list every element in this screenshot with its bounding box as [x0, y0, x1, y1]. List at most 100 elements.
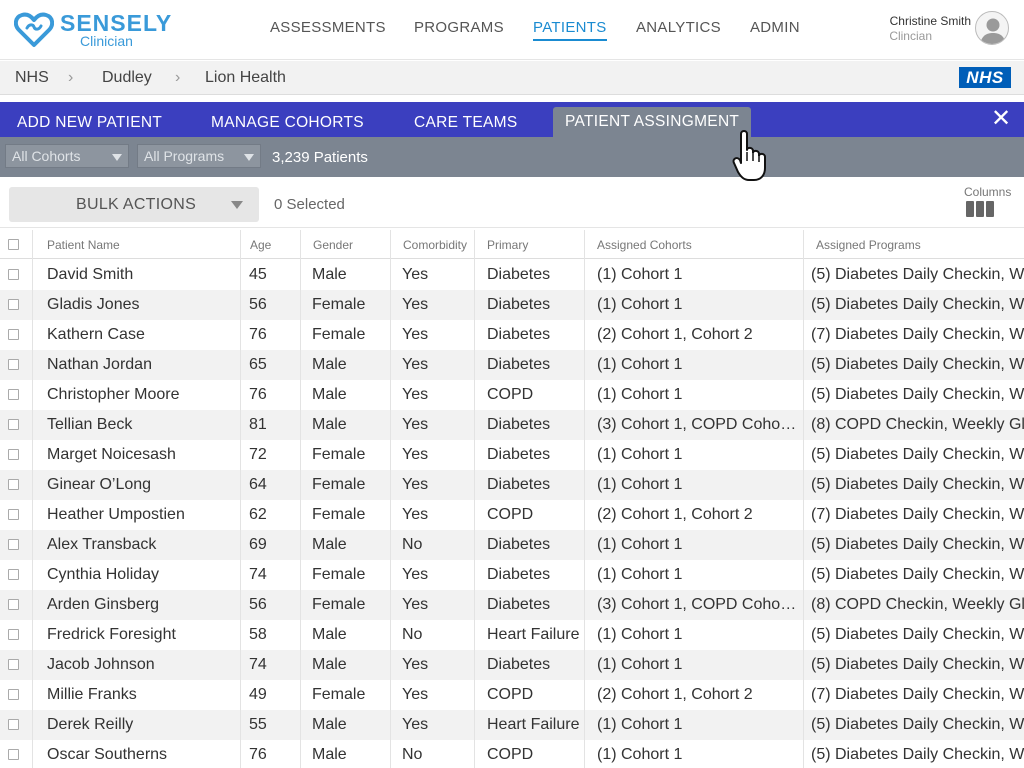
table-row[interactable]: Alex Transback 69 Male No Diabetes (1) Cohort…: [0, 530, 1024, 560]
cell-assigned-cohorts: (2) Cohort 1, Cohort 2: [597, 686, 753, 703]
cell-primary: COPD: [487, 746, 534, 763]
col-header-comorbidity[interactable]: Comorbidity: [403, 230, 467, 259]
column-divider: [240, 230, 241, 768]
close-icon[interactable]: ✕: [988, 106, 1014, 132]
user-name[interactable]: Christine Smith: [890, 14, 971, 28]
cell-comorbidity: No: [402, 536, 423, 553]
cell-age: 76: [249, 386, 267, 403]
row-checkbox[interactable]: [8, 749, 19, 760]
table-row[interactable]: Arden Ginsberg 56 Female Yes Diabetes (3) Coh…: [0, 590, 1024, 620]
patient-tabbar: ADD NEW PATIENT MANAGE COHORTS CARE TEAM…: [0, 102, 1024, 137]
row-checkbox[interactable]: [8, 719, 19, 730]
row-checkbox[interactable]: [8, 359, 19, 370]
breadcrumb-lion-health[interactable]: Lion Health: [205, 69, 286, 87]
cell-age: 49: [249, 686, 267, 703]
tab-add-new-patient[interactable]: ADD NEW PATIENT: [17, 114, 162, 132]
table-row[interactable]: Nathan Jordan 65 Male Yes Diabetes (1) Cohort…: [0, 350, 1024, 380]
table-row[interactable]: Ginear O’Long 64 Female Yes Diabetes (1) Coho…: [0, 470, 1024, 500]
cell-comorbidity: Yes: [402, 266, 429, 283]
col-header-primary[interactable]: Primary: [487, 230, 528, 259]
table-row[interactable]: Millie Franks 49 Female Yes COPD (2) Cohort 1…: [0, 680, 1024, 710]
cell-patient-name: David Smith: [47, 266, 134, 283]
cohort-filter-select[interactable]: All Cohorts: [5, 144, 129, 168]
cell-primary: Diabetes: [487, 356, 551, 373]
select-all-checkbox[interactable]: [8, 239, 19, 250]
table-row[interactable]: Cynthia Holiday 74 Female Yes Diabetes (1) Co…: [0, 560, 1024, 590]
cell-assigned-cohorts: (3) Cohort 1, COPD Cohort 2: [597, 596, 797, 613]
cell-assigned-cohorts: (1) Cohort 1: [597, 656, 683, 673]
column-divider: [32, 230, 33, 768]
nav-admin[interactable]: ADMIN: [750, 19, 800, 36]
cell-comorbidity: Yes: [402, 596, 429, 613]
cell-age: 72: [249, 446, 267, 463]
breadcrumb: NHS › Dudley › Lion Health: [0, 61, 1024, 95]
cell-age: 76: [249, 746, 267, 763]
cell-primary: Diabetes: [487, 326, 551, 343]
col-header-name[interactable]: Patient Name: [47, 230, 120, 259]
nav-programs[interactable]: PROGRAMS: [414, 19, 504, 36]
cell-patient-name: Heather Umpostien: [47, 506, 185, 523]
row-checkbox[interactable]: [8, 449, 19, 460]
bulk-actions-label: BULK ACTIONS: [76, 196, 197, 213]
cell-patient-name: Alex Transback: [47, 536, 157, 553]
column-divider: [474, 230, 475, 768]
nav-patients[interactable]: PATIENTS: [533, 19, 607, 41]
row-checkbox[interactable]: [8, 599, 19, 610]
cell-comorbidity: Yes: [402, 656, 429, 673]
table-row[interactable]: Christopher Moore 76 Male Yes COPD (1) Cohort…: [0, 380, 1024, 410]
program-filter-select[interactable]: All Programs: [137, 144, 261, 168]
table-row[interactable]: Marget Noicesash 72 Female Yes Diabetes (1) C…: [0, 440, 1024, 470]
breadcrumb-dudley[interactable]: Dudley: [102, 69, 152, 87]
row-checkbox[interactable]: [8, 479, 19, 490]
tab-care-teams[interactable]: CARE TEAMS: [414, 114, 518, 132]
cell-assigned-programs: (8) COPD Checkin, Weekly Glucose: [811, 416, 1024, 433]
table-row[interactable]: Jacob Johnson 74 Male Yes Diabetes (1) Cohort…: [0, 650, 1024, 680]
table-row[interactable]: Gladis Jones 56 Female Yes Diabetes (1) Cohor…: [0, 290, 1024, 320]
row-checkbox[interactable]: [8, 389, 19, 400]
cell-comorbidity: Yes: [402, 386, 429, 403]
row-checkbox[interactable]: [8, 509, 19, 520]
cell-assigned-programs: (5) Diabetes Daily Checkin, Weekly: [811, 716, 1024, 733]
row-checkbox[interactable]: [8, 539, 19, 550]
row-checkbox[interactable]: [8, 569, 19, 580]
table-row[interactable]: Fredrick Foresight 58 Male No Heart Failure (…: [0, 620, 1024, 650]
avatar[interactable]: [975, 11, 1009, 45]
column-divider: [300, 230, 301, 768]
nav-analytics[interactable]: ANALYTICS: [636, 19, 721, 36]
col-header-cohorts[interactable]: Assigned Cohorts: [597, 230, 692, 259]
tab-patient-assignment[interactable]: PATIENT ASSINGMENT: [553, 107, 752, 137]
table-row[interactable]: Heather Umpostien 62 Female Yes COPD (2) Coho…: [0, 500, 1024, 530]
cell-assigned-cohorts: (1) Cohort 1: [597, 716, 683, 733]
cell-gender: Female: [312, 296, 366, 313]
cell-gender: Female: [312, 506, 366, 523]
row-checkbox[interactable]: [8, 689, 19, 700]
nav-assessments[interactable]: ASSESSMENTS: [270, 19, 386, 36]
cell-age: 81: [249, 416, 267, 433]
row-checkbox[interactable]: [8, 269, 19, 280]
columns-icon[interactable]: [966, 201, 995, 217]
table-row[interactable]: Kathern Case 76 Female Yes Diabetes (2) Cohor…: [0, 320, 1024, 350]
table-row[interactable]: Oscar Southerns 76 Male No COPD (1) Cohort 1 (…: [0, 740, 1024, 768]
cell-primary: COPD: [487, 506, 534, 523]
col-header-age[interactable]: Age: [250, 230, 271, 259]
table-row[interactable]: Tellian Beck 81 Male Yes Diabetes (3) Cohort …: [0, 410, 1024, 440]
tab-manage-cohorts[interactable]: MANAGE COHORTS: [211, 114, 364, 132]
columns-label: Columns: [964, 185, 1012, 199]
bulk-actions-dropdown[interactable]: BULK ACTIONS: [9, 187, 259, 222]
row-checkbox[interactable]: [8, 419, 19, 430]
row-checkbox[interactable]: [8, 299, 19, 310]
breadcrumb-nhs[interactable]: NHS: [15, 69, 49, 87]
col-header-gender[interactable]: Gender: [313, 230, 353, 259]
row-checkbox[interactable]: [8, 659, 19, 670]
col-header-programs[interactable]: Assigned Programs: [816, 230, 921, 259]
user-avatar-icon: [980, 18, 1006, 44]
program-filter-value: All Programs: [144, 148, 225, 164]
cell-assigned-programs: (5) Diabetes Daily Checkin, Weekly: [811, 266, 1024, 283]
cell-assigned-programs: (5) Diabetes Daily Checkin, Weekly: [811, 656, 1024, 673]
table-row[interactable]: David Smith 45 Male Yes Diabetes (1) Cohort 1…: [0, 260, 1024, 290]
cell-patient-name: Fredrick Foresight: [47, 626, 176, 643]
cell-assigned-cohorts: (1) Cohort 1: [597, 746, 683, 763]
table-row[interactable]: Derek Reilly 55 Male Yes Heart Failure (1) Co…: [0, 710, 1024, 740]
row-checkbox[interactable]: [8, 629, 19, 640]
row-checkbox[interactable]: [8, 329, 19, 340]
